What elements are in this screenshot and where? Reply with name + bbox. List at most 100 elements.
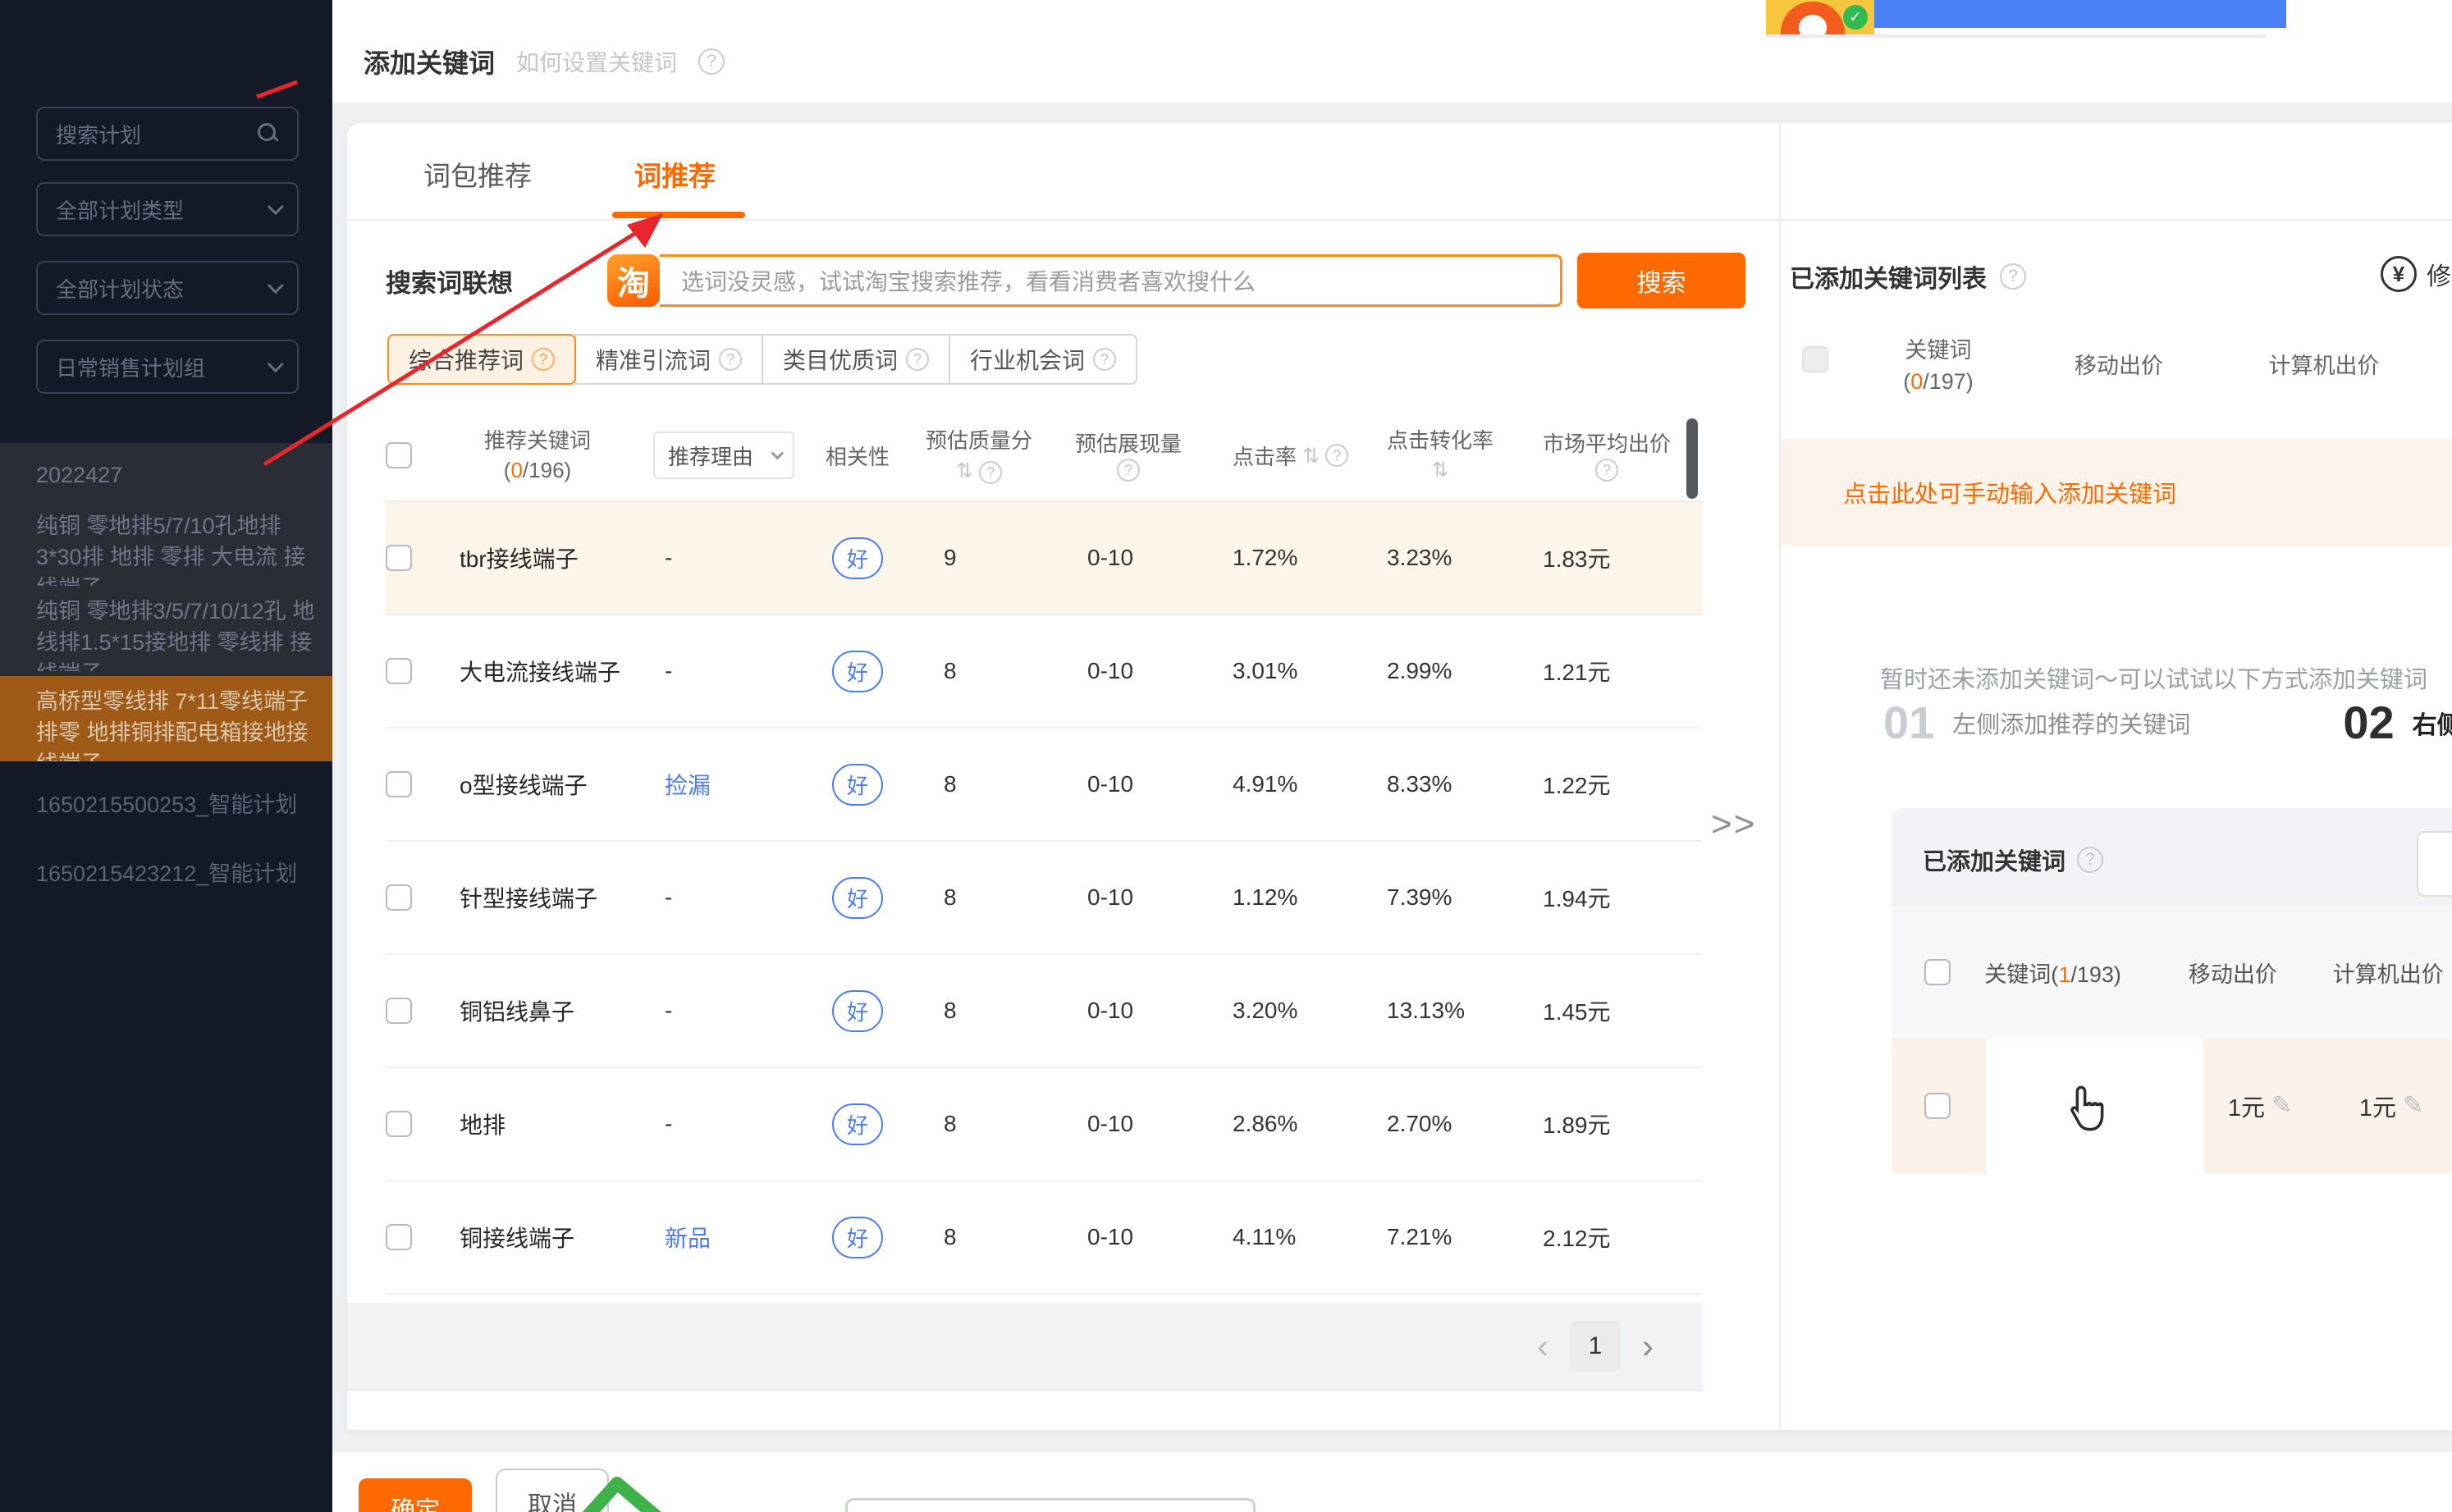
mascot-icon bbox=[1781, 2, 1845, 34]
sidebar-item-plan[interactable]: 1650215500253_智能计划 bbox=[0, 779, 332, 830]
sidebar-item-plan[interactable]: 1650215423212_智能计划 bbox=[0, 848, 332, 899]
help-icon[interactable]: ? bbox=[719, 348, 742, 371]
help-icon[interactable]: ? bbox=[1325, 444, 1348, 467]
confirm-button[interactable]: 确定 bbox=[359, 1478, 472, 1512]
table-scrollbar-thumb[interactable] bbox=[1686, 418, 1698, 499]
plan-list-group: 2022427 纯铜 零地排5/7/10孔地排3*30排 地排 零排 大电流 接… bbox=[0, 443, 332, 676]
help-icon[interactable]: ? bbox=[1595, 459, 1618, 482]
chip-comprehensive[interactable]: 综合推荐词 ? bbox=[387, 334, 576, 385]
help-icon[interactable]: ? bbox=[2077, 847, 2103, 873]
tab-word-package[interactable]: 词包推荐 bbox=[423, 154, 532, 194]
row-checkbox[interactable] bbox=[386, 658, 412, 684]
sidebar-item-plan-active[interactable]: 高桥型零线排 7*11零线端子排零 地排铜排配电箱接地接线端子 bbox=[0, 676, 332, 761]
plan-status-label: 全部计划状态 bbox=[56, 273, 268, 304]
table-body: tbr接线端子 - 好 9 0-10 1.72% 3.23% 1.83元 大电流… bbox=[386, 502, 1703, 1295]
table-row: o型接线端子 捡漏 好 8 0-10 4.91% 8.33% 1.22元 bbox=[386, 729, 1703, 842]
cell-reason: - bbox=[640, 545, 804, 571]
yen-icon: ¥ bbox=[2381, 256, 2417, 292]
banner-shadow bbox=[1766, 34, 2267, 38]
sidebar: 搜索计划 全部计划类型 全部计划状态 日常销售计划组 2022427 纯铜 零地… bbox=[0, 0, 332, 1512]
added-list-title: 已添加关键词列表 bbox=[1790, 258, 1987, 295]
sort-icon[interactable]: ⇅ bbox=[1302, 444, 1320, 468]
plan-type-select[interactable]: 全部计划类型 bbox=[36, 182, 299, 236]
sidebar-item-plan[interactable]: 2022427 bbox=[0, 450, 332, 500]
pager-next-icon[interactable]: › bbox=[1642, 1327, 1654, 1366]
edit-icon[interactable]: ✎ bbox=[2271, 1091, 2292, 1120]
help-icon[interactable]: ? bbox=[2000, 263, 2026, 290]
help-icon[interactable]: ? bbox=[1093, 348, 1116, 371]
modify-bid-button[interactable]: ¥ 修改 bbox=[2381, 256, 2452, 292]
added-select-all-checkbox[interactable] bbox=[1802, 346, 1828, 372]
added-card-search-input[interactable] bbox=[2417, 831, 2452, 897]
added-list-header: 关键词 (0/197) 移动出价 计算机出价 bbox=[1781, 335, 2452, 397]
collapse-panel-button[interactable]: >> bbox=[1711, 804, 1756, 845]
card-keyword-cell[interactable] bbox=[1986, 1038, 2203, 1173]
row-checkbox[interactable] bbox=[386, 1111, 412, 1137]
chip-label: 精准引流词 bbox=[596, 343, 711, 376]
help-icon[interactable]: ? bbox=[906, 348, 929, 371]
chip-precise-traffic[interactable]: 精准引流词 ? bbox=[574, 334, 763, 385]
help-icon[interactable]: ? bbox=[1117, 459, 1140, 482]
sort-icon[interactable]: ⇅ bbox=[1432, 455, 1449, 485]
row-checkbox[interactable] bbox=[386, 771, 412, 797]
pager-page-1[interactable]: 1 bbox=[1570, 1321, 1621, 1372]
active-tab-underline bbox=[612, 212, 745, 218]
cell-keyword: 地排 bbox=[435, 1108, 640, 1140]
plan-status-select[interactable]: 全部计划状态 bbox=[36, 261, 299, 315]
page-subtitle[interactable]: 如何设置关键词 bbox=[516, 45, 677, 78]
sidebar-item-plan[interactable]: 纯铜 零地排3/5/7/10/12孔 地线排1.5*15接地排 零线排 接线端子 bbox=[0, 586, 332, 671]
panel-divider bbox=[1779, 123, 1781, 1430]
plan-search-input[interactable]: 搜索计划 bbox=[36, 107, 299, 161]
empty-tip: 暂时还未添加关键词～可以试试以下方式添加关键词 bbox=[1880, 660, 2427, 695]
card-row-checkbox[interactable] bbox=[1924, 1093, 1951, 1119]
card-col-pc-bid: 计算机出价 bbox=[2311, 957, 2452, 989]
cell-impressions: 0-10 bbox=[1067, 545, 1223, 571]
cell-ctr: 4.11% bbox=[1223, 1224, 1387, 1250]
col-ctr: 点击率 bbox=[1233, 441, 1297, 471]
cell-bid: 1.45元 bbox=[1543, 994, 1703, 1027]
cell-keyword: 铜铝线鼻子 bbox=[435, 994, 640, 1027]
added-card-title: 已添加关键词 bbox=[1923, 843, 2065, 877]
row-checkbox[interactable] bbox=[386, 884, 412, 911]
cell-cvr: 3.23% bbox=[1387, 545, 1543, 571]
row-checkbox[interactable] bbox=[386, 998, 412, 1024]
step-1-text: 左侧添加推荐的关键词 bbox=[1952, 706, 2190, 740]
dialog-footer: 确定 取消 bbox=[332, 1452, 2452, 1512]
keyword-search-input[interactable]: 选词没灵感，试试淘宝搜索推荐，看看消费者喜欢搜什么 bbox=[660, 254, 1562, 307]
reason-filter-select[interactable]: 推荐理由 bbox=[653, 432, 794, 479]
cell-ctr: 3.20% bbox=[1223, 998, 1387, 1024]
sidebar-item-plan[interactable]: 纯铜 零地排5/7/10孔地排3*30排 地排 零排 大电流 接线端子 bbox=[0, 500, 332, 586]
tab-word-recommend[interactable]: 词推荐 bbox=[634, 154, 716, 194]
help-icon[interactable]: ? bbox=[532, 348, 555, 371]
chip-industry-opportunity[interactable]: 行业机会词 ? bbox=[949, 334, 1137, 385]
added-keywords-card-header: 已添加关键词 ? bbox=[1892, 808, 2452, 907]
cell-ctr: 2.86% bbox=[1223, 1111, 1387, 1137]
cancel-button[interactable]: 取消 bbox=[496, 1469, 609, 1512]
manual-add-link[interactable]: 点击此处可手动输入添加关键词 bbox=[1843, 475, 2176, 509]
plan-group-select[interactable]: 日常销售计划组 bbox=[36, 340, 299, 394]
chevron-down-icon bbox=[771, 446, 785, 459]
cell-cvr: 2.99% bbox=[1387, 658, 1543, 684]
manual-add-row: 点击此处可手动输入添加关键词 bbox=[1781, 439, 2452, 546]
pager-prev-icon[interactable]: ‹ bbox=[1537, 1327, 1549, 1366]
taobao-icon: 淘 bbox=[607, 254, 660, 307]
table-row: 地排 - 好 8 0-10 2.86% 2.70% 1.89元 bbox=[386, 1068, 1703, 1181]
sort-icon[interactable]: ⇅ bbox=[956, 459, 973, 482]
help-icon[interactable]: ? bbox=[698, 48, 725, 75]
added-col-count: (0/197) bbox=[1903, 369, 1974, 394]
cell-quality: 8 bbox=[911, 884, 1067, 911]
edit-icon[interactable]: ✎ bbox=[2403, 1091, 2423, 1120]
help-icon[interactable]: ? bbox=[979, 461, 1002, 484]
search-button[interactable]: 搜索 bbox=[1577, 253, 1745, 308]
select-all-checkbox[interactable] bbox=[386, 442, 412, 468]
card-select-all-checkbox[interactable] bbox=[1924, 959, 1951, 985]
word-type-filter: 综合推荐词 ? 精准引流词 ? 类目优质词 ? 行业机会词 ? bbox=[387, 334, 1137, 385]
row-checkbox[interactable] bbox=[386, 1224, 412, 1250]
table-row: tbr接线端子 - 好 9 0-10 1.72% 3.23% 1.83元 bbox=[386, 502, 1703, 615]
mascot-tile[interactable]: ✓ bbox=[1766, 0, 1874, 34]
hand-cursor-icon bbox=[2064, 1083, 2110, 1134]
recommend-keyword-table: 推荐关键词 (0/196) 推荐理由 相关性 预估质量分 ⇅ ? bbox=[386, 410, 1703, 1295]
chip-category-quality[interactable]: 类目优质词 ? bbox=[762, 334, 950, 385]
cell-bid: 1.21元 bbox=[1543, 655, 1703, 687]
row-checkbox[interactable] bbox=[386, 545, 412, 571]
